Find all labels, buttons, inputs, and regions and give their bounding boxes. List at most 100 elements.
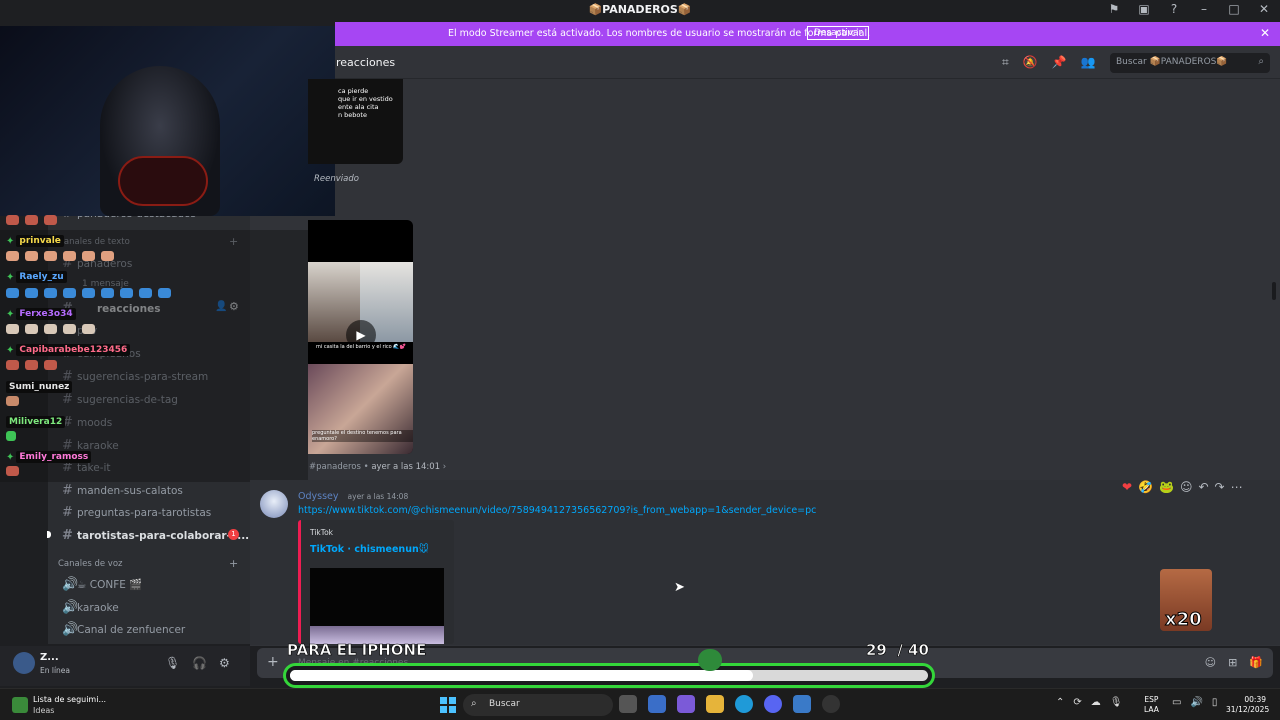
sticker-label: x20 bbox=[1165, 609, 1203, 631]
language-indicator[interactable]: ESP LAA bbox=[1144, 695, 1159, 715]
headphones-icon[interactable]: 🎧 bbox=[192, 656, 207, 670]
edge-icon[interactable] bbox=[735, 695, 753, 713]
message-link[interactable]: https://www.tiktok.com/@chismeenun/video… bbox=[298, 505, 816, 516]
add-voice-channel-icon[interactable]: + bbox=[229, 557, 238, 570]
more-icon[interactable]: ⋯ bbox=[1231, 480, 1243, 494]
microphone-icon[interactable]: 🎙 bbox=[1110, 697, 1123, 708]
voice-item-confe[interactable]: 🔊☕ CONFE 🎬 bbox=[62, 577, 142, 592]
chevron-up-icon[interactable]: ⌃ bbox=[1056, 697, 1064, 708]
goal-emote-icon bbox=[698, 649, 722, 671]
search-icon: ⌕ bbox=[1258, 56, 1264, 67]
forward-icon[interactable]: ↷ bbox=[1215, 480, 1225, 494]
app-icon[interactable] bbox=[793, 695, 811, 713]
badge-icon: ✦ bbox=[6, 308, 15, 320]
voice-item-karaoke[interactable]: 🔊karaoke bbox=[62, 600, 119, 615]
microphone-icon[interactable]: 🎙 bbox=[165, 656, 180, 670]
chat-row: ✦ prinvale bbox=[6, 234, 64, 248]
battery-icon[interactable]: ▯ bbox=[1212, 697, 1218, 708]
sidebar-item-manden[interactable]: # manden-sus-calatos bbox=[62, 483, 183, 498]
chat-row: Milivera12 bbox=[6, 415, 66, 429]
badge-icon: ✦ bbox=[6, 235, 15, 247]
embed-title[interactable]: TikTok · chismeenun🐭 bbox=[310, 544, 429, 555]
gear-icon[interactable]: ⚙ bbox=[219, 656, 230, 670]
apps-icon[interactable]: ⊞ bbox=[1228, 656, 1237, 669]
user-name[interactable]: Z... bbox=[40, 652, 59, 663]
close-icon[interactable]: ✕ bbox=[1260, 26, 1270, 40]
message-image-collage[interactable]: ▶ mi casita la del barrio y el rico 🌊💕 p… bbox=[308, 220, 413, 454]
chat-row: Sumi_nunez bbox=[6, 380, 73, 394]
webcam-overlay bbox=[0, 26, 335, 216]
avatar[interactable] bbox=[13, 652, 35, 674]
maximize-icon[interactable]: □ bbox=[1226, 2, 1242, 16]
avatar[interactable] bbox=[260, 490, 288, 518]
help-icon[interactable]: ? bbox=[1166, 2, 1182, 16]
embed-provider: TikTok bbox=[310, 528, 334, 537]
close-window-icon[interactable]: ✕ bbox=[1256, 2, 1272, 16]
emote-row bbox=[6, 466, 19, 476]
copilot-icon[interactable] bbox=[677, 695, 695, 713]
flag-icon[interactable]: ⚑ bbox=[1106, 2, 1122, 16]
clock[interactable]: 00:39 31/12/2025 bbox=[1226, 695, 1269, 715]
add-attachment-icon[interactable]: + bbox=[267, 654, 279, 670]
badge-icon: ✦ bbox=[6, 271, 15, 283]
taskbar-search[interactable]: ⌕ Buscar bbox=[463, 694, 613, 716]
obs-icon[interactable] bbox=[822, 695, 840, 713]
emote-row bbox=[6, 251, 114, 261]
chat-row: ✦ Capibarabebe123456 bbox=[6, 343, 131, 357]
file-explorer-icon[interactable] bbox=[706, 695, 724, 713]
gift-icon[interactable]: 🎁 bbox=[1249, 656, 1263, 669]
heart-reaction-icon[interactable]: ❤ bbox=[1122, 480, 1132, 494]
news-widget[interactable]: Lista de seguimi... Ideas bbox=[12, 694, 122, 718]
store-icon[interactable] bbox=[648, 695, 666, 713]
message-author: Odyssey ayer a las 14:08 bbox=[298, 491, 408, 502]
message-source[interactable]: #panaderos bbox=[309, 462, 361, 472]
windows-taskbar: Lista de seguimi... Ideas ⌕ Buscar ⌃ ⟳ ☁… bbox=[0, 688, 1280, 720]
author-name[interactable]: Odyssey bbox=[298, 491, 339, 502]
volume-icon[interactable]: 🔊 bbox=[1190, 697, 1202, 708]
sticker-reaction-icon[interactable]: 🐸 bbox=[1159, 480, 1174, 494]
sidebar-item-preguntas[interactable]: # preguntas-para-tarotistas bbox=[62, 505, 211, 520]
system-tray: ⌃ ⟳ ☁ 🎙 bbox=[1056, 697, 1122, 708]
voice-item-zenfuencer[interactable]: 🔊Canal de zenfuencer bbox=[62, 622, 185, 637]
unread-badge: 1 bbox=[228, 529, 239, 540]
emoji-icon[interactable]: ☺ bbox=[1205, 656, 1216, 669]
sidebar-item-tarotistas[interactable]: # tarotistas-para-colaborar-s... bbox=[62, 528, 249, 543]
minimize-icon[interactable]: – bbox=[1196, 2, 1212, 16]
badge-icon: ✦ bbox=[6, 344, 15, 356]
pin-icon[interactable]: 📌 bbox=[1052, 55, 1067, 70]
reply-icon[interactable]: ↶ bbox=[1198, 480, 1208, 494]
message-image[interactable]: ca pierde que ir en vestido ente ala cit… bbox=[308, 79, 403, 164]
image-caption: preguntale el destino tenemos para enamo… bbox=[312, 430, 413, 442]
sync-icon[interactable]: ⟳ bbox=[1073, 697, 1081, 708]
start-icon[interactable] bbox=[440, 697, 456, 713]
user-status: En línea bbox=[40, 666, 71, 675]
deactivate-button[interactable]: Desactivar bbox=[807, 26, 870, 40]
discord-icon[interactable] bbox=[764, 695, 782, 713]
inbox-icon[interactable]: ▣ bbox=[1136, 2, 1152, 16]
emote-row bbox=[6, 360, 57, 370]
system-tray-right: ▭ 🔊 ▯ bbox=[1172, 697, 1217, 708]
cloud-icon[interactable]: ☁ bbox=[1091, 697, 1101, 708]
task-view-icon[interactable] bbox=[619, 695, 637, 713]
message-time: ayer a las 14:01 bbox=[371, 462, 441, 472]
members-icon[interactable]: 👥 bbox=[1081, 55, 1096, 70]
laugh-reaction-icon[interactable]: 🤣 bbox=[1138, 480, 1153, 494]
streamer-mask bbox=[118, 156, 208, 206]
search-input[interactable]: Buscar 📦PANADEROS📦 ⌕ bbox=[1110, 53, 1270, 73]
goal-title: PARA EL IPHONE bbox=[287, 641, 427, 660]
voice-channels-header[interactable]: Canales de voz bbox=[58, 559, 122, 569]
mute-icon[interactable]: 🔕 bbox=[1023, 55, 1038, 70]
threads-icon[interactable]: ⌗ bbox=[1002, 55, 1009, 70]
chat-username: Capibarabebe123456 bbox=[16, 344, 131, 356]
network-icon[interactable]: ▭ bbox=[1172, 697, 1181, 708]
speaker-icon: 🔊 bbox=[62, 600, 79, 615]
speaker-icon: 🔊 bbox=[62, 622, 79, 637]
message-actions: ❤ 🤣 🐸 ☺ ↶ ↷ ⋯ bbox=[1122, 480, 1243, 494]
scrollbar[interactable] bbox=[1272, 282, 1276, 300]
emote-row bbox=[6, 215, 57, 225]
add-reaction-icon[interactable]: ☺ bbox=[1180, 480, 1193, 494]
emote-row bbox=[6, 396, 19, 406]
link-embed[interactable]: TikTok TikTok · chismeenun🐭 bbox=[298, 520, 454, 644]
chevron-right-icon[interactable]: › bbox=[443, 462, 446, 472]
stock-icon bbox=[12, 697, 28, 713]
